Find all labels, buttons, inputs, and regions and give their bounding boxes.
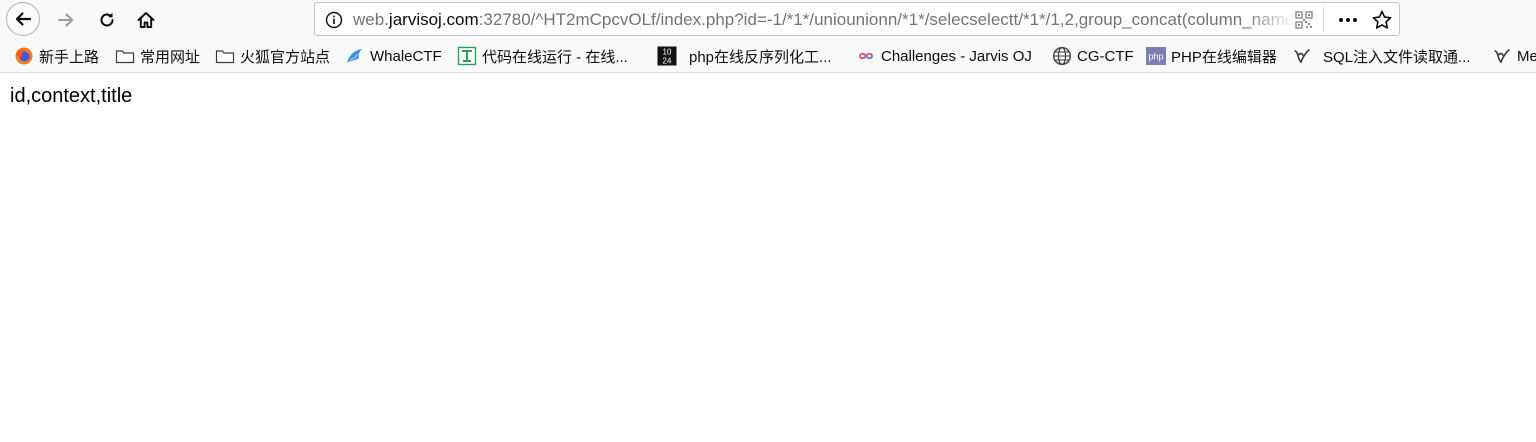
infinity-icon — [856, 46, 876, 66]
bookmark-item[interactable]: 10 24 php在线反序列化工... — [657, 40, 832, 72]
php-icon: php — [1146, 46, 1166, 66]
svg-text:10: 10 — [663, 48, 672, 57]
folder-icon — [215, 46, 235, 66]
url-domain-prefix: web. — [353, 10, 389, 29]
bookmark-label: PHP在线编辑器 — [1171, 48, 1277, 66]
folder-icon — [115, 46, 135, 66]
info-icon[interactable] — [325, 11, 343, 29]
bookmark-item[interactable]: 新手上路 — [14, 40, 99, 72]
url-bar-separator — [1323, 7, 1324, 31]
bookmark-label: 常用网址 — [140, 48, 201, 66]
scribble-icon — [1292, 46, 1312, 66]
firefox-icon — [14, 46, 34, 66]
reload-icon — [100, 12, 114, 27]
tool-icon — [457, 46, 477, 66]
reload-button[interactable] — [93, 6, 121, 34]
url-domain: jarvisoj.com — [388, 10, 479, 29]
bookmark-item[interactable]: Me — [1492, 40, 1536, 72]
bookmark-label: WhaleCTF — [370, 47, 442, 65]
bookmark-label: php在线反序列化工... — [689, 48, 832, 66]
bookmark-item[interactable]: Challenges - Jarvis OJ — [856, 40, 1032, 72]
bookmark-star-icon[interactable] — [1371, 9, 1393, 31]
bookmark-label: Me — [1517, 47, 1536, 65]
bookmark-label: 新手上路 — [39, 48, 100, 66]
whale-icon — [345, 46, 365, 66]
bookmark-folder[interactable]: 常用网址 — [115, 40, 200, 72]
back-button[interactable] — [6, 2, 40, 36]
bookmark-label: Challenges - Jarvis OJ — [881, 47, 1032, 65]
bookmark-label: SQL注入文件读取通... — [1323, 48, 1471, 66]
forward-button[interactable] — [52, 6, 80, 34]
bookmark-label: 代码在线运行 - 在线... — [482, 48, 628, 66]
bookmark-label: 火狐官方站点 — [240, 48, 331, 66]
bookmark-item[interactable]: CG-CTF — [1052, 40, 1134, 72]
url-bar[interactable]: web.jarvisoj.com:32780/^HT2mCpcvOLf/inde… — [314, 2, 1400, 36]
bookmark-item[interactable]: php PHP在线编辑器 — [1146, 40, 1277, 72]
url-fade — [1245, 4, 1295, 34]
qr-code-icon[interactable] — [1295, 11, 1313, 29]
url-text[interactable]: web.jarvisoj.com:32780/^HT2mCpcvOLf/inde… — [353, 3, 1295, 35]
bookmark-item[interactable]: WhaleCTF — [345, 40, 442, 72]
svg-text:24: 24 — [663, 57, 672, 66]
page-body-text: id,context,title — [10, 85, 133, 107]
url-path: :32780/^HT2mCpcvOLf/index.php?id=-1/*1*/… — [478, 10, 1295, 29]
arrow-right-icon — [58, 13, 73, 27]
bookmark-item[interactable]: 代码在线运行 - 在线... — [457, 40, 628, 72]
globe-icon — [1052, 46, 1072, 66]
home-button[interactable] — [132, 6, 160, 34]
bookmark-folder[interactable]: 火狐官方站点 — [215, 40, 330, 72]
page-actions-more-icon[interactable] — [1335, 9, 1361, 31]
svg-text:php: php — [1148, 52, 1163, 62]
home-icon — [137, 12, 155, 28]
arrow-left-icon — [15, 12, 32, 26]
bookmarks-toolbar: 新手上路 常用网址 火狐官方站点 WhaleCTF 代码在线运行 - 在线...… — [0, 40, 1536, 73]
browser-toolbar: web.jarvisoj.com:32780/^HT2mCpcvOLf/inde… — [0, 0, 1536, 40]
scribble-icon — [1492, 46, 1512, 66]
bookmark-item[interactable]: SQL注入文件读取通... — [1292, 40, 1471, 72]
bookmark-label: CG-CTF — [1077, 47, 1134, 65]
calendar-icon: 10 24 — [657, 46, 677, 66]
